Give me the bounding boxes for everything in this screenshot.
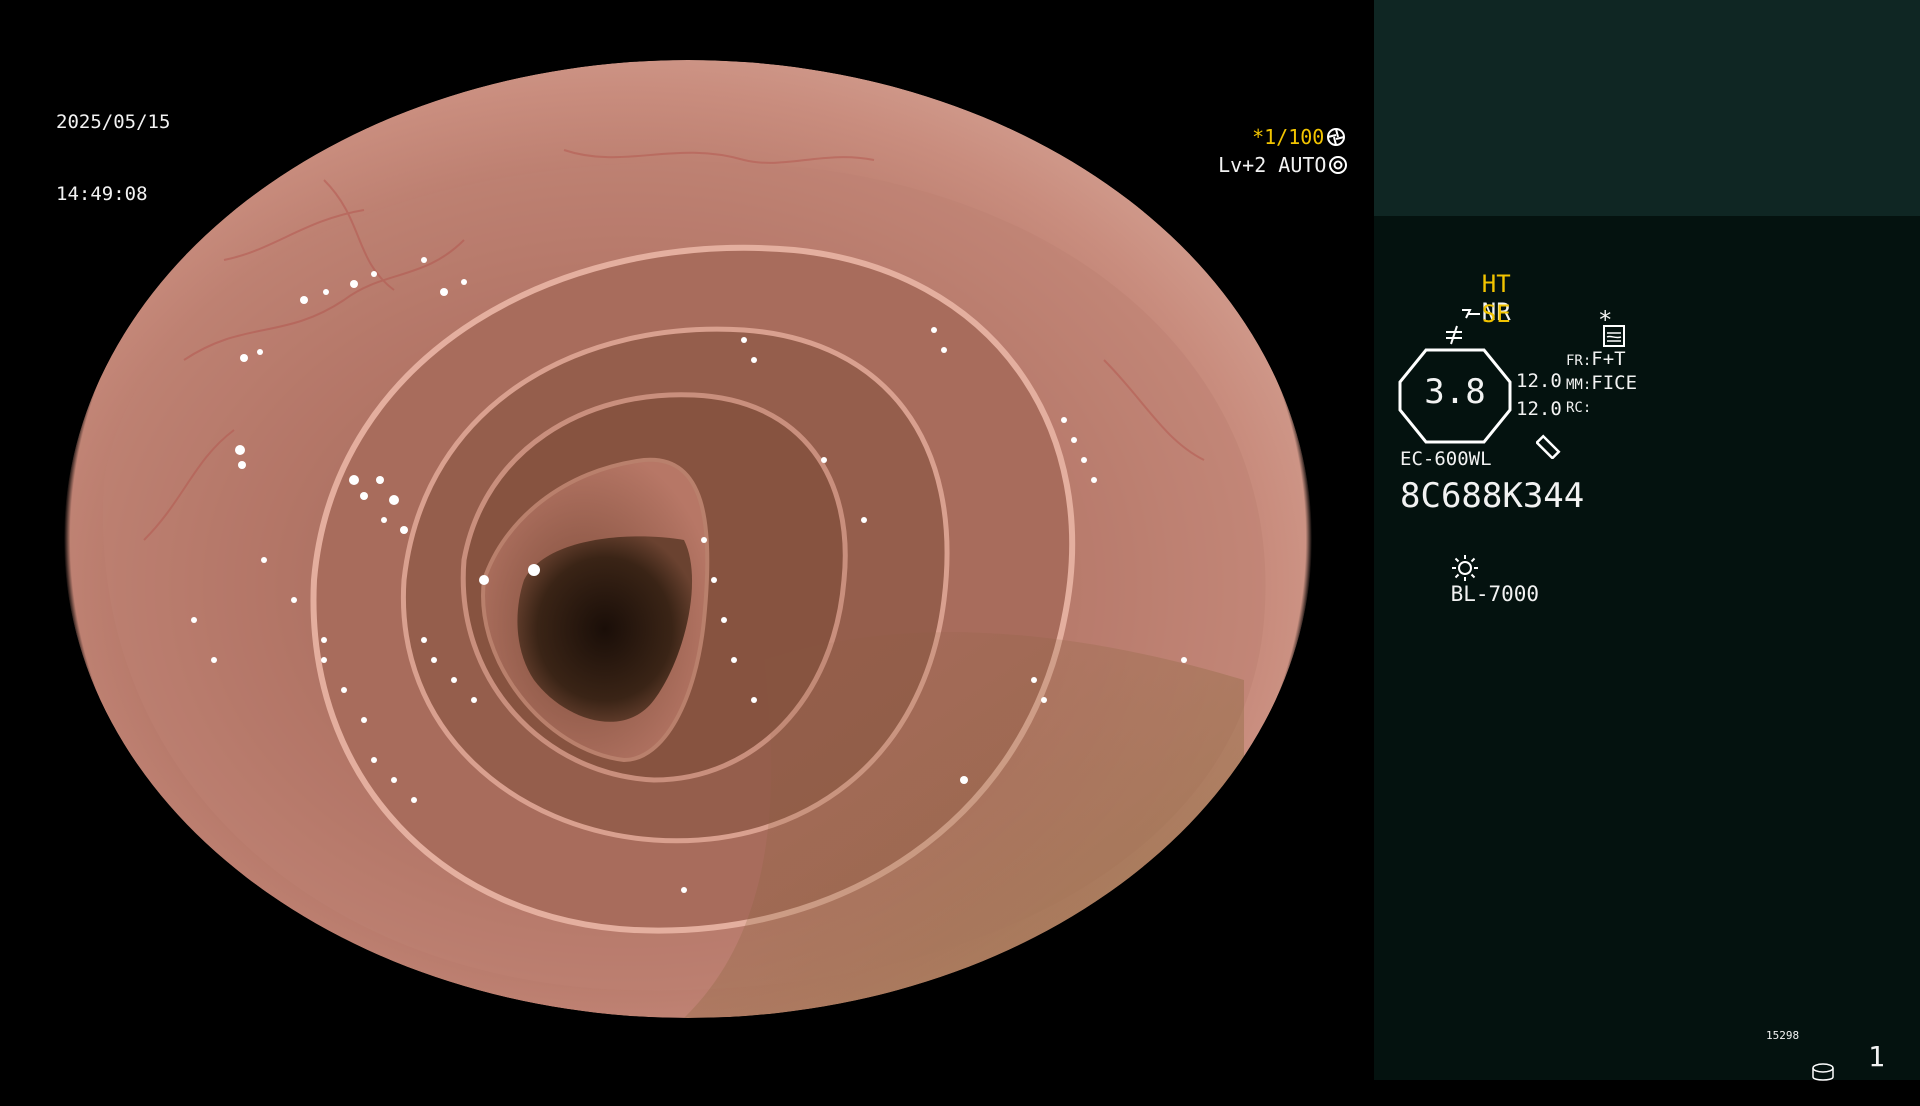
light-source-row: BL-7000: [1400, 530, 1539, 630]
page-number: 1: [1868, 1040, 1885, 1073]
scope-model: EC-600WL: [1400, 448, 1492, 470]
se-label: SE: [1481, 300, 1511, 328]
sun-icon: [1451, 555, 1479, 581]
magnifier-icon: [1478, 410, 1566, 482]
mm-row: MM:FICE: [1566, 372, 1637, 394]
disk-icon: [1772, 1044, 1835, 1106]
endoscope-view: [64, 60, 1312, 1018]
frame-counter: 15298: [1766, 1029, 1800, 1042]
fr-label: FR:: [1566, 353, 1592, 369]
star-marker: *: [1598, 306, 1613, 334]
panel-header-area: [1374, 0, 1920, 216]
zoom-indicator: 3.8: [1398, 348, 1561, 460]
timestamp: 2025/05/15 14:49:08: [56, 62, 170, 230]
fr-value: F+T: [1591, 348, 1626, 370]
value-2: 12.0: [1516, 398, 1562, 420]
zoom-value: 3.8: [1424, 372, 1486, 412]
date-text: 2025/05/15: [56, 111, 171, 133]
rc-label: RC:: [1566, 400, 1592, 416]
mm-label: MM:: [1566, 377, 1592, 393]
info-panel: HT NR SE * 3.8 12.0 12.0 FR:F+T MM:FICE …: [1374, 0, 1920, 1081]
mm-value: FICE: [1591, 372, 1638, 394]
value-1: 12.0: [1516, 370, 1562, 392]
time-text: 14:49:08: [56, 183, 148, 205]
enhance-text: Lv+2 AUTO: [1218, 153, 1327, 177]
enhance-readout: Lv+2 AUTO: [1194, 126, 1348, 178]
light-source-label: BL-7000: [1450, 582, 1540, 606]
colon-lumen-image: [64, 60, 1312, 1018]
iris-icon: [1326, 153, 1348, 177]
fr-row: FR:F+T: [1566, 348, 1626, 370]
scope-serial: 8C688K344: [1400, 476, 1585, 516]
